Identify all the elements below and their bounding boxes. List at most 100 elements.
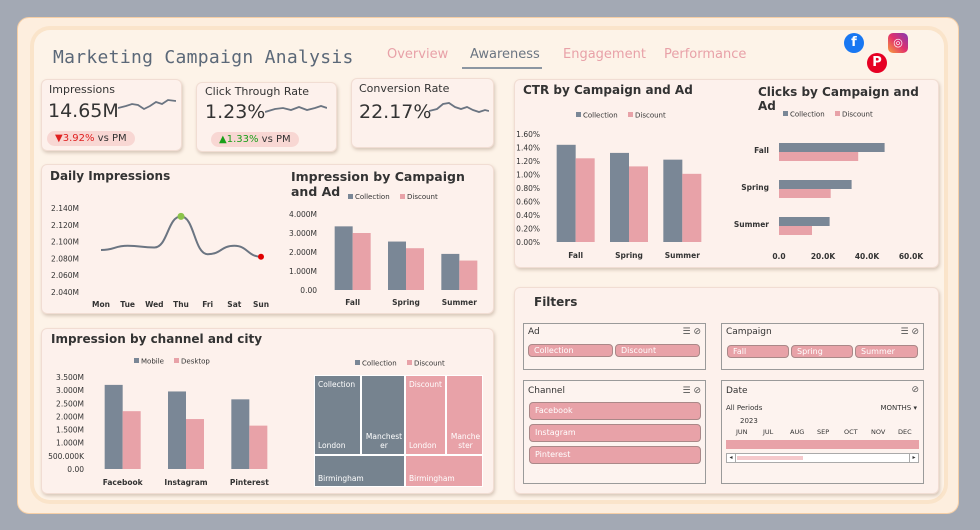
imp-campaign-y-tick: 1.000M [289,267,317,276]
daily-x-tick: Sat [227,300,241,309]
date-month-label[interactable]: DEC [898,428,912,436]
daily-max-point [177,212,185,220]
filter-ad: Ad ☰ ⊘ Collection Discount [523,323,706,370]
legend-swatch [348,194,353,199]
channel-y-tick: 0.00 [67,465,84,474]
clicks-x-tick: 60.0K [899,252,925,261]
kpi-impressions-sparkline [118,99,176,111]
clear-filter-icon[interactable]: ⊘ [693,386,701,396]
tab-engagement[interactable]: Engagement [563,47,646,62]
ctr-y-tick: 1.40% [516,144,540,153]
pinterest-icon[interactable]: P [867,53,887,73]
filter-ad-option[interactable]: Collection [528,344,613,357]
kpi-impressions-value: 14.65M [48,100,119,122]
date-month-label[interactable]: JUL [763,428,773,436]
imp-campaign-category: Fall [345,298,360,307]
clicks-category: Summer [734,220,769,229]
filter-campaign-option[interactable]: Fall [727,345,789,358]
clear-filter-icon[interactable]: ⊘ [693,327,701,337]
channel-y-tick: 2.500M [56,399,84,408]
tab-awareness[interactable]: Awareness [470,47,540,62]
ctr-bar [575,158,595,242]
treemap-collection-london[interactable]: Collection London [314,375,361,455]
channel-bar [168,391,186,469]
ctr-bar [682,173,702,242]
kpi-ctr-delta: 1.33% [226,134,259,145]
treemap-collection-manchester[interactable]: Manchest er [361,375,405,455]
ctr-bar [556,144,576,242]
filter-channel-option[interactable]: Facebook [529,402,701,420]
legend-label: Collection [790,111,825,119]
channel-bar [104,384,123,469]
date-granularity-select[interactable]: MONTHS ▾ [880,404,917,412]
filter-date-label: Date [726,386,748,396]
legend-swatch [407,360,412,365]
filter-campaign-option[interactable]: Spring [791,345,853,358]
date-months: JUN JUL AUG SEP OCT NOV DEC [726,428,919,438]
date-month-label[interactable]: JUN [736,428,748,436]
kpi-ctr-sparkline [265,105,327,113]
facebook-icon[interactable]: f [844,33,864,53]
treemap-discount-birmingham[interactable]: Birmingham [405,455,483,487]
date-month-label[interactable]: SEP [817,428,829,436]
clicks-bar [779,143,885,152]
down-arrow-icon: ▼ [55,133,63,144]
scroll-left-icon[interactable]: ◂ [727,454,736,462]
date-month-label[interactable]: NOV [871,428,885,436]
channel-bar [186,419,204,469]
treemap-label-collection: Collection [318,380,356,389]
channel-y-tick: 1.000M [56,439,84,448]
daily-x-tick: Fri [202,300,213,309]
channel-category: Instagram [164,478,207,487]
legend-label: Discount [635,112,666,120]
select-all-icon[interactable]: ☰ [901,327,909,337]
treemap-discount-manchester[interactable]: Manche ster [446,375,483,455]
imp-campaign-bar [334,226,353,290]
treemap-collection-birmingham[interactable]: Birmingham [314,455,405,487]
ctr-y-tick: 0.60% [516,198,540,207]
daily-y-tick: 2.060M [51,271,79,280]
up-arrow-icon: ▲ [219,134,227,145]
date-month-label[interactable]: AUG [790,428,804,436]
clear-filter-icon[interactable]: ⊘ [911,385,919,395]
imp-campaign-bar [459,260,478,290]
filter-campaign-option[interactable]: Summer [855,345,918,358]
legend-swatch [355,360,360,365]
channel-y-tick: 1.500M [56,426,84,435]
legend-label: Collection [355,193,390,201]
imp-campaign-y-tick: 3.000M [289,229,317,238]
date-month-label[interactable]: OCT [844,428,858,436]
filter-ad-option[interactable]: Discount [615,344,700,357]
scroll-right-icon[interactable]: ▸ [909,454,918,462]
kpi-ctr-card: Click Through Rate 1.23% ▲1.33% vs PM [196,82,337,152]
daily-impressions-chart: 2.140M 2.120M 2.100M 2.080M 2.060M 2.040M Mon T… [51,193,478,309]
legend-swatch [134,358,139,363]
date-year: 2023 [740,417,758,425]
kpi-conversion-label: Conversion Rate [359,82,450,95]
legend-swatch [400,194,405,199]
treemap-discount-london[interactable]: Discount London [405,375,446,455]
date-period[interactable]: All Periods [726,404,762,412]
clicks-x-tick: 20.0K [811,252,837,261]
date-scrollbar[interactable]: ◂ ▸ [726,453,919,463]
imp-campaign-bar [441,253,460,290]
kpi-conversion-value: 22.17% [359,101,432,123]
instagram-icon[interactable]: ◎ [888,33,908,53]
date-range-bar[interactable] [726,440,919,449]
imp-campaign-bar [352,233,371,290]
daily-x-tick: Tue [120,300,135,309]
select-all-icon[interactable]: ☰ [683,327,691,337]
filters-title: Filters [534,295,578,309]
tab-overview[interactable]: Overview [387,47,448,62]
kpi-conversion-card: Conversion Rate 22.17% [351,78,494,148]
clear-filter-icon[interactable]: ⊘ [911,327,919,337]
legend-swatch [835,111,840,116]
tab-performance[interactable]: Performance [664,47,746,62]
ctr-y-tick: 0.40% [516,211,540,220]
select-all-icon[interactable]: ☰ [683,386,691,396]
filter-channel-option[interactable]: Instagram [529,424,701,442]
kpi-ctr-label: Click Through Rate [205,85,310,98]
kpi-impressions-card: Impressions 14.65M ▼3.92% vs PM [41,79,182,151]
filter-channel-option[interactable]: Pinterest [529,446,701,464]
channel-y-tick: 500.000K [48,452,85,461]
